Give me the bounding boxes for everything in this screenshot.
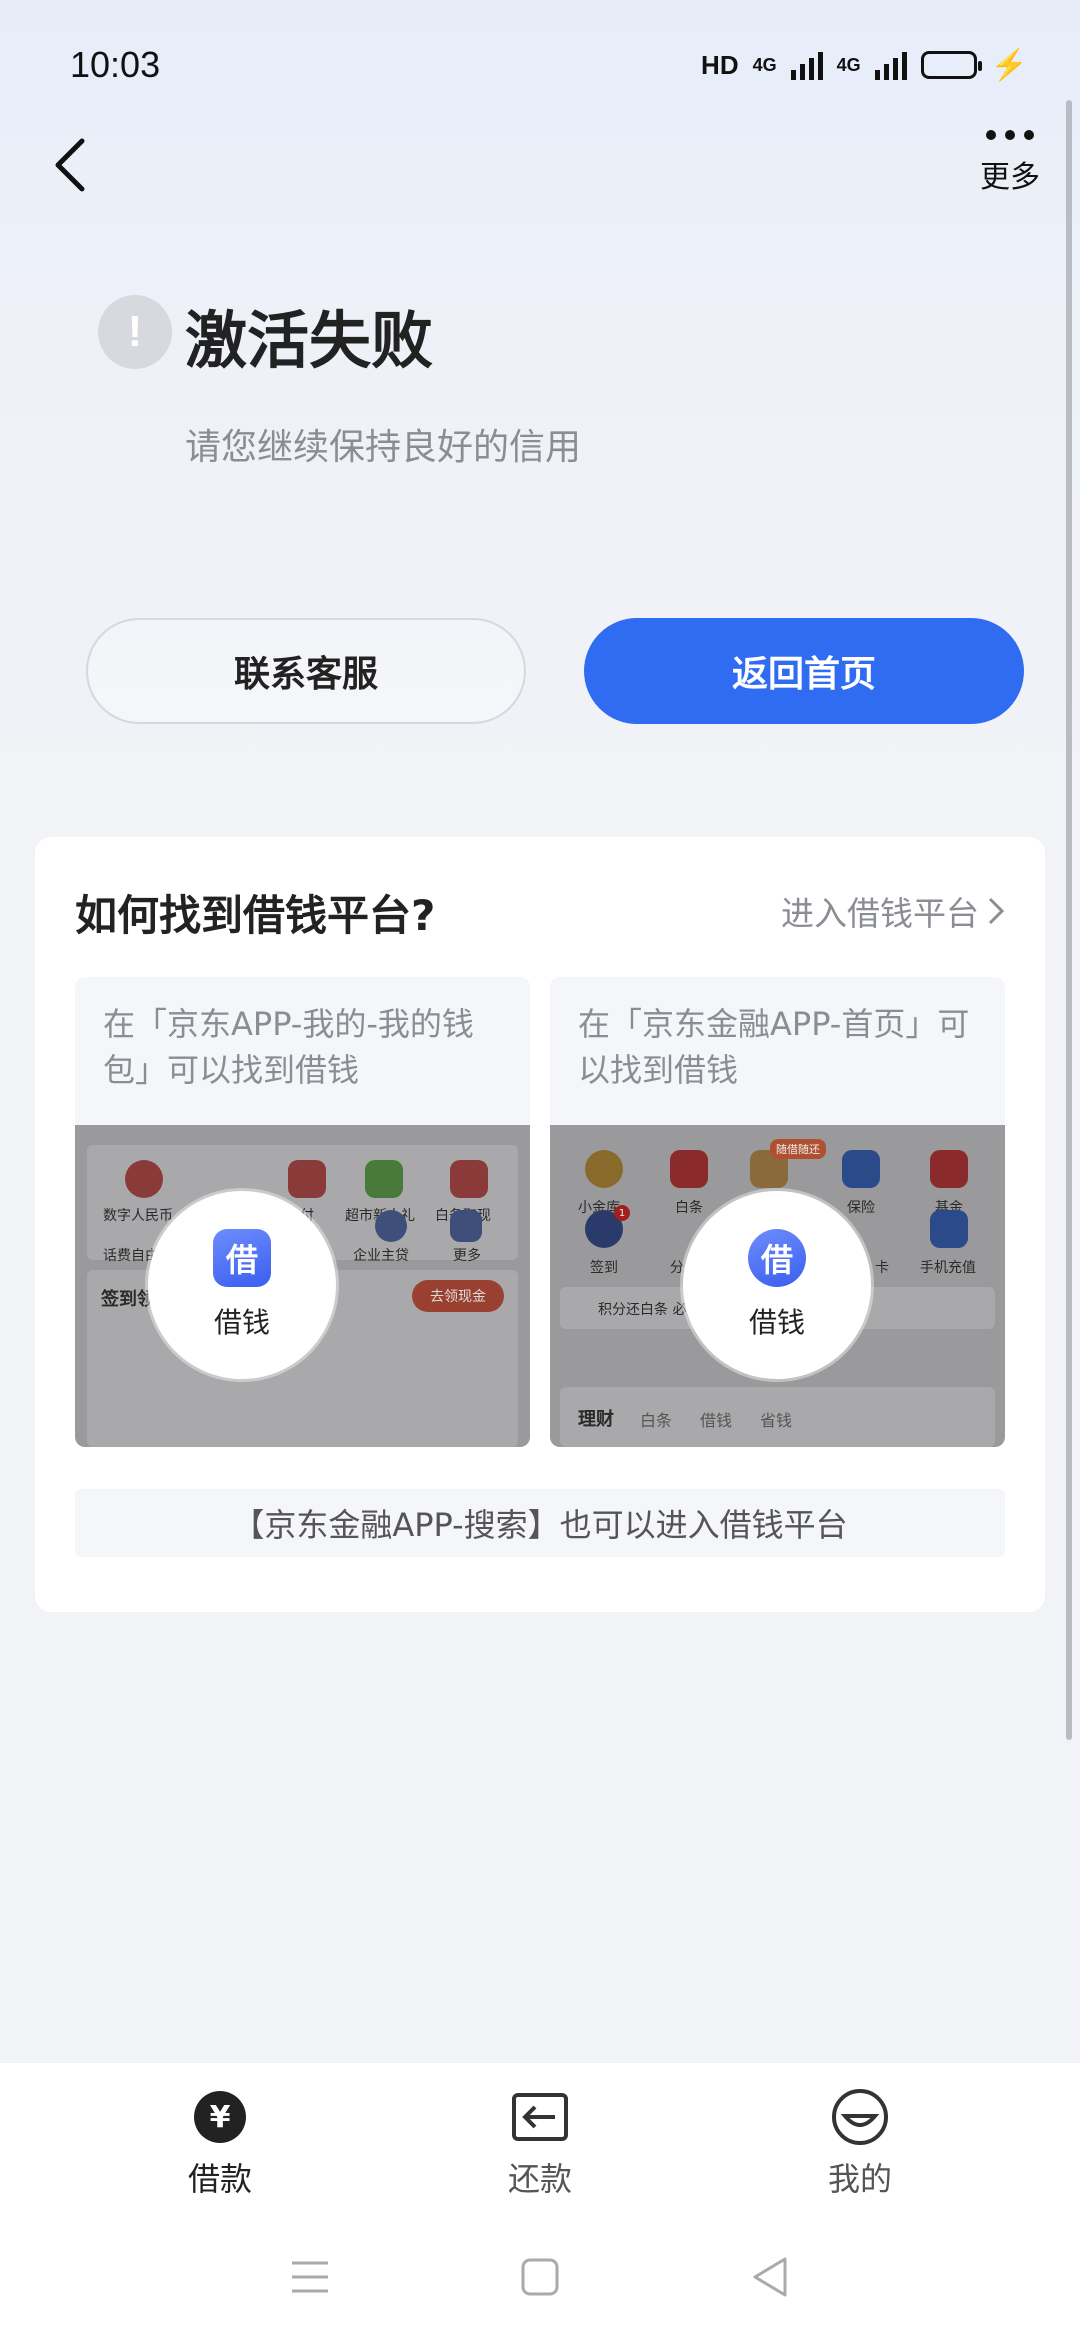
more-button[interactable]: 更多 [970, 130, 1050, 196]
warning-icon: ! [98, 295, 172, 369]
menu-icon [292, 2261, 328, 2292]
fund-icon [930, 1150, 968, 1188]
battery-icon [920, 51, 982, 79]
mini-section-button: 去领现金 [412, 1280, 504, 1312]
signal-icon [790, 50, 823, 80]
card-title: 如何找到借钱平台? [75, 891, 436, 940]
bottom-tab-bar: ¥ 借款 还款 我的 [0, 2063, 1080, 2213]
badge: 随借随还 [770, 1139, 826, 1159]
chevron-right-icon [988, 897, 1005, 925]
back-nav-button[interactable] [740, 2247, 800, 2307]
smile-face-icon [831, 2088, 889, 2146]
enterprise-icon [375, 1210, 407, 1242]
result-title: 激活失败 [185, 304, 434, 377]
find-loan-platform-card: 如何找到借钱平台? 进入借钱平台 在「京东APP-我的-我的钱包」可以找到借钱 … [35, 837, 1045, 1612]
contact-service-button[interactable]: 联系客服 [86, 618, 526, 724]
link-label: 进入借钱平台 [781, 894, 979, 933]
pay-icon [288, 1160, 326, 1198]
network-4g-label-2: 4G [836, 54, 861, 75]
back-button[interactable] [40, 125, 100, 205]
tab-mine[interactable]: 我的 [760, 2063, 960, 2213]
mini-tab: 借钱 [700, 1411, 733, 1430]
status-time: 10:03 [70, 44, 161, 85]
loan-entry-bubble: 借 借钱 [148, 1191, 336, 1379]
mini-tab: 省钱 [760, 1411, 793, 1430]
return-home-button[interactable]: 返回首页 [584, 618, 1024, 724]
mini-label: 签到 [590, 1260, 618, 1276]
guide-text: 在「京东APP-我的-我的钱包」可以找到借钱 [103, 1005, 474, 1089]
cash-icon [450, 1160, 488, 1198]
mini-label: 卡 [875, 1260, 889, 1276]
more-label: 更多 [980, 160, 1040, 195]
result-subtitle: 请您继续保持良好的信用 [185, 427, 582, 468]
guide-panel-jd-app: 在「京东APP-我的-我的钱包」可以找到借钱 数字人民币 付 超市新人礼 白条取… [75, 977, 530, 1447]
search-tip: 【京东金融APP-搜索】也可以进入借钱平台 [75, 1489, 1005, 1557]
app-screenshot-thumbnail: 小金库 白条 随借随还 保险 基金 1 签到 分 卡 手机充值 积分还白条 必领… [550, 1125, 1005, 1447]
menu-nav-button[interactable] [280, 2247, 340, 2307]
mini-tab: 理财 [578, 1409, 614, 1430]
repay-icon [511, 2088, 569, 2146]
more-grid-icon [450, 1210, 482, 1242]
mini-label: 更多 [453, 1248, 481, 1264]
mini-tab: 白条 [640, 1411, 673, 1430]
yuan-coin-icon: ¥ [191, 2088, 249, 2146]
back-arrow-icon [55, 138, 85, 192]
baitiao-icon [670, 1150, 708, 1188]
mini-label: 保险 [847, 1200, 875, 1216]
loan-icon: 借 [213, 1229, 271, 1287]
tab-label: 借款 [187, 2160, 252, 2198]
topup-icon [930, 1210, 968, 1248]
signal-icon-2 [874, 50, 907, 80]
more-dots-icon [986, 130, 1034, 140]
loan-icon: 借 [748, 1229, 806, 1287]
bubble-label: 借钱 [213, 1306, 270, 1339]
tab-repay[interactable]: 还款 [440, 2063, 640, 2213]
home-nav-button[interactable] [510, 2247, 570, 2307]
tab-borrow[interactable]: ¥ 借款 [120, 2063, 320, 2213]
mini-label: 企业主贷 [353, 1248, 409, 1264]
guide-panel-jd-finance-app: 在「京东金融APP-首页」可以找到借钱 小金库 白条 随借随还 保险 基金 1 … [550, 977, 1005, 1447]
charging-icon: ⚡ [990, 48, 1028, 82]
hd-indicator: HD [701, 49, 739, 80]
vault-icon [585, 1150, 623, 1188]
notification-count: 1 [614, 1205, 630, 1221]
network-4g-label: 4G [752, 54, 777, 75]
guide-text: 在「京东金融APP-首页」可以找到借钱 [578, 1005, 970, 1089]
tab-label: 还款 [507, 2160, 572, 2198]
system-navigation-bar [0, 2213, 1080, 2340]
scrollbar[interactable] [1066, 100, 1072, 1740]
insurance-icon [842, 1150, 880, 1188]
status-bar: 10:03 HD 4G 4G ⚡ [0, 0, 1080, 130]
svg-text:¥: ¥ [210, 2100, 231, 2135]
mini-label: 手机充值 [920, 1260, 976, 1276]
enter-loan-platform-link[interactable]: 进入借钱平台 [781, 887, 1005, 935]
app-screenshot-thumbnail: 数字人民币 付 超市新人礼 白条取现 话费自由 企业主贷 更多 签到领现金 去领… [75, 1125, 530, 1447]
supermarket-icon [365, 1160, 403, 1198]
tab-label: 我的 [827, 2160, 892, 2198]
mini-label: 数字人民币 [103, 1208, 173, 1224]
triangle-back-icon [753, 2257, 787, 2296]
loan-entry-bubble: 借 借钱 [683, 1191, 871, 1379]
status-icons: HD 4G 4G ⚡ [701, 48, 1028, 83]
square-icon [521, 2258, 559, 2295]
digital-rmb-icon [125, 1160, 163, 1198]
bubble-label: 借钱 [748, 1306, 805, 1339]
mini-label: 分 [670, 1260, 684, 1276]
mini-label: 白条 [675, 1200, 703, 1216]
